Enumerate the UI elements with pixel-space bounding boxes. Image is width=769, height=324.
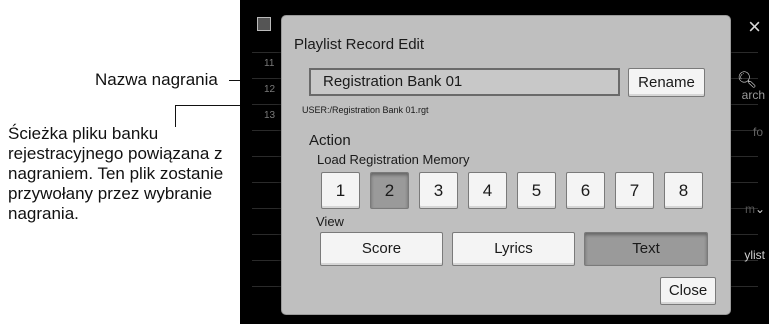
recording-name-field[interactable]: Registration Bank 01 xyxy=(309,68,620,96)
playlist-record-edit-dialog: Playlist Record Edit Registration Bank 0… xyxy=(281,15,731,315)
memory-button-7[interactable]: 7 xyxy=(615,172,654,209)
search-icon[interactable]: 🔍︎ xyxy=(725,70,769,90)
view-lyrics-button[interactable]: Lyrics xyxy=(452,232,575,266)
row-number: 12 xyxy=(264,84,276,95)
side-search-label[interactable]: arch xyxy=(725,88,769,102)
side-menu-text: m xyxy=(744,202,755,216)
memory-button-8[interactable]: 8 xyxy=(664,172,703,209)
rename-button[interactable]: Rename xyxy=(628,68,705,97)
chevron-down-icon: ⌄ xyxy=(754,202,765,216)
close-icon[interactable]: × xyxy=(748,14,761,40)
memory-button-2[interactable]: 2 xyxy=(370,172,409,209)
side-info-label[interactable]: fo xyxy=(725,125,769,139)
side-playlist-label[interactable]: ylist xyxy=(725,248,769,262)
leader-line-path-v xyxy=(175,105,176,127)
view-score-button[interactable]: Score xyxy=(320,232,443,266)
dialog-title: Playlist Record Edit xyxy=(294,36,425,53)
side-menu-label[interactable]: m⌄ xyxy=(725,202,769,216)
view-text-button[interactable]: Text xyxy=(584,232,708,266)
view-label: View xyxy=(316,214,344,229)
memory-button-3[interactable]: 3 xyxy=(419,172,458,209)
memory-button-1[interactable]: 1 xyxy=(321,172,360,209)
bank-file-path: USER:/Registration Bank 01.rgt xyxy=(302,105,429,115)
action-label: Action xyxy=(309,132,351,149)
memory-button-6[interactable]: 6 xyxy=(566,172,605,209)
row-number: 13 xyxy=(264,110,276,121)
load-registration-memory-label: Load Registration Memory xyxy=(317,152,470,167)
annotation-bank-path: Ścieżka pliku banku rejestracyjnego powi… xyxy=(8,124,224,223)
close-button[interactable]: Close xyxy=(660,277,716,305)
row-number: 11 xyxy=(264,58,275,69)
annotation-recording-name: Nazwa nagrania xyxy=(95,70,218,89)
memory-button-4[interactable]: 4 xyxy=(468,172,507,209)
list-icon xyxy=(257,17,271,31)
memory-button-5[interactable]: 5 xyxy=(517,172,556,209)
